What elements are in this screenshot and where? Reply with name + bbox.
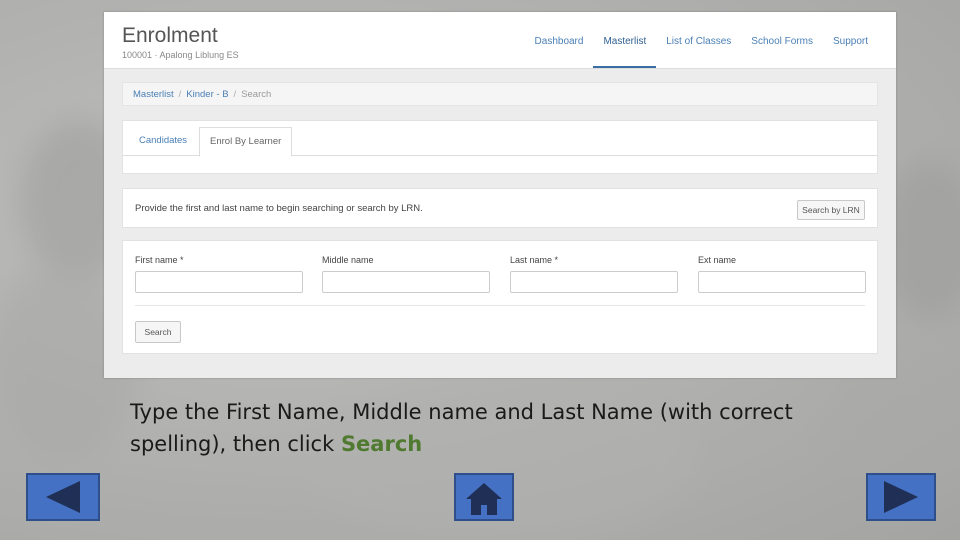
breadcrumb-class[interactable]: Kinder - B <box>186 89 228 100</box>
first-name-input[interactable] <box>135 271 303 293</box>
school-subtitle: 100001 · Apalong Liblung ES <box>122 50 239 60</box>
ext-name-label: Ext name <box>698 255 737 265</box>
nav-dashboard[interactable]: Dashboard <box>525 12 594 68</box>
breadcrumb-current: Search <box>241 89 272 100</box>
previous-slide-button[interactable] <box>26 473 100 521</box>
top-bar: Enrolment 100001 · Apalong Liblung ES Da… <box>104 12 896 69</box>
tabs-panel: Candidates Enrol By Learner <box>122 120 878 174</box>
search-form: First name * Middle name Last name * Ext… <box>122 240 878 354</box>
nav-support[interactable]: Support <box>823 12 878 68</box>
middle-name-input[interactable] <box>322 271 490 293</box>
instruction-text: Provide the first and last name to begin… <box>135 203 423 214</box>
last-name-label: Last name * <box>510 255 559 265</box>
tab-candidates[interactable]: Candidates <box>129 127 197 155</box>
last-name-group: Last name * <box>510 255 678 293</box>
home-button[interactable] <box>454 473 514 521</box>
app-title: Enrolment <box>122 24 218 47</box>
ext-name-input[interactable] <box>698 271 866 293</box>
next-slide-button[interactable] <box>866 473 936 521</box>
home-icon <box>466 483 502 515</box>
previous-arrow-icon <box>46 481 80 513</box>
breadcrumb-masterlist[interactable]: Masterlist <box>133 89 174 100</box>
search-by-lrn-button[interactable]: Search by LRN <box>797 200 865 220</box>
first-name-label: First name * <box>135 255 184 265</box>
nav-list-of-classes[interactable]: List of Classes <box>656 12 741 68</box>
middle-name-group: Middle name <box>322 255 490 293</box>
nav-masterlist[interactable]: Masterlist <box>593 12 657 68</box>
breadcrumb: Masterlist / Kinder - B / Search <box>122 82 878 106</box>
ext-name-group: Ext name <box>698 255 866 293</box>
form-divider <box>135 305 865 306</box>
enrolment-screenshot: Enrolment 100001 · Apalong Liblung ES Da… <box>104 12 896 378</box>
caption-highlight: Search <box>340 432 423 456</box>
caption-text: Type the First Name, Middle name and Las… <box>130 400 793 456</box>
nav-school-forms[interactable]: School Forms <box>741 12 823 68</box>
last-name-input[interactable] <box>510 271 678 293</box>
middle-name-label: Middle name <box>322 255 374 265</box>
search-button[interactable]: Search <box>135 321 181 343</box>
instruction-caption: Type the First Name, Middle name and Las… <box>130 396 870 460</box>
first-name-group: First name * <box>135 255 303 293</box>
main-nav: Dashboard Masterlist List of Classes Sch… <box>525 12 878 68</box>
info-panel: Provide the first and last name to begin… <box>122 188 878 228</box>
tab-enrol-by-learner[interactable]: Enrol By Learner <box>199 127 293 157</box>
next-arrow-icon <box>884 481 918 513</box>
